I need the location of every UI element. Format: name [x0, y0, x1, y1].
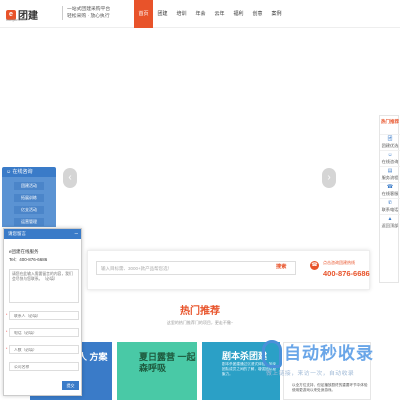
headset-icon: ☎: [386, 184, 394, 190]
sidebar-item-process[interactable]: ▤ 服务流程: [380, 166, 400, 182]
logo-domain: tuanjian.com: [6, 18, 26, 22]
carousel-next-button[interactable]: ›: [322, 168, 336, 188]
sidebar-item-label: 服务流程: [381, 175, 399, 180]
sidebar-item-service[interactable]: ☎ 在线客服: [380, 182, 400, 198]
message-dialog: 请您留言 – e团建在线服务 Tel：400-876-6686 * * * 提交: [3, 228, 82, 396]
banner-carousel: ‹ ›: [0, 28, 400, 258]
search-bar: 搜索 ☎ 点击咨询团建热线 400-876-6686: [87, 250, 370, 290]
minimize-button[interactable]: –: [75, 229, 78, 239]
consult-list: 团建活动 拓展训练 亿支活动 运营管理: [2, 177, 56, 227]
card-1-text: 人 方案: [78, 352, 108, 362]
watermark: 自动秒收录 做上链接，来访一次，自动收录: [262, 338, 390, 380]
required-mark: *: [6, 330, 8, 334]
nav-item-training[interactable]: 培训: [172, 0, 191, 28]
search-input[interactable]: [96, 261, 296, 275]
consult-tab[interactable]: ☺ 在线咨询: [2, 167, 56, 177]
contact-name-field[interactable]: [9, 311, 79, 320]
message-dialog-header: 请您留言 –: [4, 229, 81, 239]
message-textarea[interactable]: [9, 269, 79, 303]
nav-item-teambuilding[interactable]: 团建: [153, 0, 172, 28]
main-nav: 首页 团建 培训 年会 云年会 福利 创意 案例: [134, 0, 286, 45]
phone-icon: ✆: [387, 200, 393, 206]
watermark-subtitle: 做上链接，来访一次，自动收录: [266, 371, 355, 377]
sidebar-item-label: 联系电话: [381, 207, 399, 212]
sidebar-item-back-to-top[interactable]: ▲ 返回顶部: [380, 214, 400, 230]
slogan-line-1: 一站式团建采购平台: [67, 7, 111, 12]
required-mark: *: [6, 347, 8, 351]
site-header: e 团建 tuanjian.com 一站式团建采购平台 轻松采购 · 放心执行 …: [0, 0, 400, 45]
submit-button[interactable]: 提交: [62, 381, 79, 390]
nav-item-cloud-annual-meeting[interactable]: 云年会: [210, 0, 229, 45]
watermark-title: 自动秒收录: [284, 344, 374, 363]
sidebar-item-preferred[interactable]: 团 团建优选: [380, 134, 400, 150]
company-field[interactable]: [9, 362, 79, 371]
consult-list-item[interactable]: 运营管理: [14, 218, 44, 226]
carousel-prev-button[interactable]: ‹: [63, 168, 77, 188]
consult-list-item[interactable]: 拓展训练: [14, 194, 44, 202]
nav-item-welfare[interactable]: 福利: [229, 0, 248, 28]
nav-item-cases[interactable]: 案例: [267, 0, 286, 28]
sidebar-item-label: 在线客服: [381, 191, 399, 196]
consult-list-item[interactable]: 团建活动: [14, 182, 44, 190]
process-icon: ▤: [387, 168, 393, 174]
arrow-up-icon: ▲: [387, 216, 393, 222]
slogan: 一站式团建采购平台 轻松采购 · 放心执行: [62, 6, 110, 20]
headcount-field[interactable]: [9, 345, 79, 354]
sidebar-hot-recommend[interactable]: 热门推荐: [380, 116, 400, 134]
right-float-sidebar: 热门推荐 团 团建优选 ☺ 在线咨询 ▤ 服务流程 ☎ 在线客服 ✆ 联系电话 …: [379, 115, 400, 283]
recommend-card-camping[interactable]: 夏日露营 一起森呼吸: [117, 342, 197, 400]
company-name: e团建在线服务: [9, 249, 39, 254]
phone-icon: ☎: [310, 261, 319, 270]
sidebar-item-consult[interactable]: ☺ 在线咨询: [380, 150, 400, 166]
sidebar-item-label: 在线咨询: [381, 159, 399, 164]
card-2-title: 夏日露营 一起森呼吸: [139, 352, 196, 373]
card-3-title: 剧本杀团建: [222, 351, 268, 361]
consult-list-item[interactable]: 亿支活动: [14, 206, 44, 214]
nav-item-annual-meeting[interactable]: 年会: [191, 0, 210, 28]
required-mark: *: [6, 313, 8, 317]
chat-icon: ☺: [387, 152, 393, 158]
sidebar-item-phone[interactable]: ✆ 联系电话: [380, 198, 400, 214]
sidebar-item-label: 团建优选: [381, 143, 399, 148]
nav-item-home[interactable]: 首页: [134, 0, 153, 28]
sidebar-item-label: 返回顶部: [381, 223, 399, 228]
hotline-label: 点击咨询团建热线: [323, 260, 355, 265]
card-4-text: 以全方位支持，但足播放剧终的重要环节中体验使用更游戏以来处身游戏。: [292, 383, 368, 392]
phone-field[interactable]: [9, 328, 79, 337]
message-dialog-title: 请您留言: [8, 231, 26, 236]
hotline-number: 400-876-6686: [323, 269, 370, 278]
watermark-logo-icon: [262, 340, 282, 368]
company-tel: Tel：400-876-6686: [9, 257, 48, 262]
consult-tab-label: 在线咨询: [12, 169, 33, 175]
site-logo[interactable]: e 团建 tuanjian.com: [6, 7, 38, 22]
nav-item-creative[interactable]: 创意: [248, 0, 267, 28]
search-button[interactable]: 搜索: [276, 263, 286, 270]
slogan-line-2: 轻松采购 · 放心执行: [67, 14, 110, 19]
preferred-icon: 团: [387, 136, 393, 142]
